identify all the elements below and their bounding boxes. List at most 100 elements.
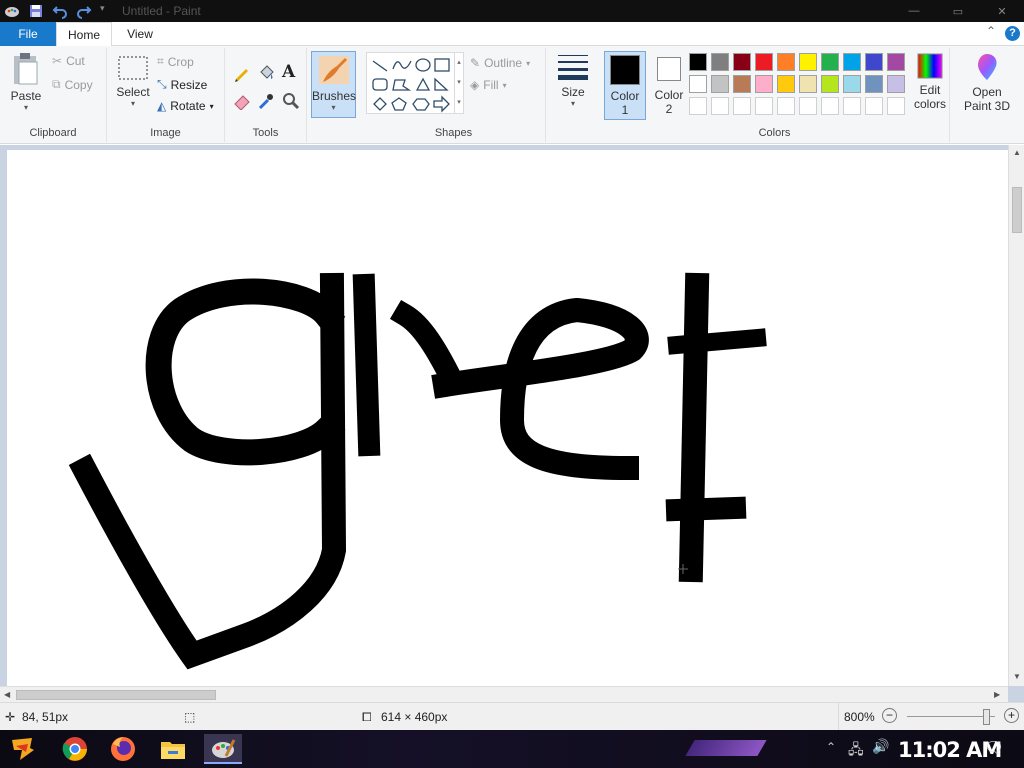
firefox-icon[interactable] <box>108 734 138 764</box>
shape-rounded-rectangle-icon[interactable] <box>372 78 388 91</box>
customize-toolbar-icon[interactable]: ▾ <box>100 3 108 19</box>
volume-icon[interactable]: 🔊 <box>872 738 889 755</box>
shape-triangle-icon[interactable] <box>415 77 431 91</box>
magnifier-icon[interactable] <box>282 92 300 113</box>
shape-pentagon-icon[interactable] <box>391 97 407 111</box>
palette-custom-swatch[interactable] <box>777 97 795 115</box>
palette-custom-swatch[interactable] <box>755 97 773 115</box>
palette-color-swatch[interactable] <box>865 75 883 93</box>
shape-line-icon[interactable] <box>372 60 388 72</box>
chrome-icon[interactable] <box>60 734 90 764</box>
horizontal-scrollbar[interactable]: ◀ ▶ <box>0 686 1008 702</box>
shape-oval-icon[interactable] <box>415 58 431 72</box>
help-icon[interactable]: ? <box>1005 26 1020 41</box>
palette-custom-swatch[interactable] <box>689 97 707 115</box>
copy-button[interactable]: ⧉ Copy <box>52 77 93 92</box>
scroll-up-icon[interactable]: ▲ <box>1013 148 1021 157</box>
start-icon[interactable] <box>8 734 38 764</box>
scroll-down-icon[interactable]: ▼ <box>1013 672 1021 681</box>
collapse-ribbon-icon[interactable]: ⌃ <box>986 24 996 38</box>
edit-colors-button[interactable]: Edit colors <box>910 52 950 122</box>
scroll-left-icon[interactable]: ◀ <box>4 690 10 699</box>
shape-rectangle-icon[interactable] <box>434 58 450 72</box>
palette-color-swatch[interactable] <box>755 75 773 93</box>
palette-color-swatch[interactable] <box>711 75 729 93</box>
zoom-slider-track[interactable] <box>907 716 995 717</box>
tab-file[interactable]: File <box>0 22 56 46</box>
shape-diamond-icon[interactable] <box>373 97 387 111</box>
resize-button[interactable]: ⤡ Resize <box>157 77 207 92</box>
pencil-icon[interactable] <box>233 64 251 85</box>
palette-color-swatch[interactable] <box>777 75 795 93</box>
save-icon[interactable] <box>28 3 44 19</box>
close-button[interactable]: ✕ <box>980 0 1024 22</box>
palette-color-swatch[interactable] <box>711 53 729 71</box>
color1-button[interactable]: Color 1 <box>604 51 646 120</box>
palette-color-swatch[interactable] <box>733 75 751 93</box>
size-button[interactable]: Size ▾ <box>551 52 595 118</box>
notifications-icon[interactable]: 🗨 <box>984 738 1004 758</box>
shape-polygon-icon[interactable] <box>392 79 412 91</box>
zoom-in-icon[interactable]: + <box>1004 708 1019 723</box>
paint-app-icon[interactable] <box>4 3 20 19</box>
eraser-icon[interactable] <box>233 92 251 113</box>
vertical-scrollbar[interactable]: ▲ ▼ <box>1008 145 1024 686</box>
paint-taskbar-button[interactable] <box>204 734 242 764</box>
palette-custom-swatch[interactable] <box>843 97 861 115</box>
maximize-button[interactable]: ▭ <box>936 0 980 22</box>
shape-arrow-icon[interactable] <box>433 95 450 113</box>
palette-color-swatch[interactable] <box>865 53 883 71</box>
shape-hexagon-icon[interactable] <box>412 98 430 111</box>
minimize-button[interactable]: — <box>892 0 936 22</box>
palette-color-swatch[interactable] <box>777 53 795 71</box>
palette-color-swatch[interactable] <box>887 75 905 93</box>
palette-color-swatch[interactable] <box>821 53 839 71</box>
color-picker-icon[interactable] <box>257 92 275 113</box>
drawing-canvas[interactable] <box>7 150 1008 686</box>
palette-color-swatch[interactable] <box>843 75 861 93</box>
tab-home[interactable]: Home <box>56 22 112 47</box>
palette-color-swatch[interactable] <box>821 75 839 93</box>
open-paint3d-button[interactable]: Open Paint 3D <box>958 52 1016 122</box>
tab-view[interactable]: View <box>114 22 166 46</box>
palette-color-swatch[interactable] <box>887 53 905 71</box>
color2-button[interactable]: Color 2 <box>648 51 690 120</box>
fill-button[interactable]: ◈ Fill ▾ <box>470 78 507 92</box>
palette-color-swatch[interactable] <box>755 53 773 71</box>
rotate-label: Rotate <box>170 99 206 113</box>
crop-button[interactable]: ⌗ Crop <box>157 54 194 69</box>
redo-icon[interactable] <box>76 3 92 19</box>
paste-button[interactable]: Paste ▾ <box>6 52 46 118</box>
zoom-out-icon[interactable]: − <box>882 708 897 723</box>
rotate-button[interactable]: ◭ Rotate ▾ <box>157 99 214 113</box>
horizontal-scroll-thumb[interactable] <box>16 690 216 700</box>
palette-custom-swatch[interactable] <box>821 97 839 115</box>
shape-curve-icon[interactable] <box>392 60 412 70</box>
palette-color-swatch[interactable] <box>689 75 707 93</box>
palette-color-swatch[interactable] <box>799 75 817 93</box>
select-button[interactable]: Select ▾ <box>113 54 153 120</box>
palette-color-swatch[interactable] <box>689 53 707 71</box>
vertical-scroll-thumb[interactable] <box>1012 187 1022 233</box>
outline-button[interactable]: ✎ Outline ▾ <box>470 56 530 70</box>
zoom-slider-thumb[interactable] <box>983 709 990 725</box>
palette-custom-swatch[interactable] <box>733 97 751 115</box>
file-explorer-icon[interactable] <box>158 734 188 764</box>
palette-custom-swatch[interactable] <box>711 97 729 115</box>
brushes-button[interactable]: Brushes ▾ <box>311 51 356 118</box>
network-icon[interactable]: 🖧 <box>848 739 864 763</box>
show-hidden-icons[interactable]: ⌃ <box>826 740 836 754</box>
shape-right-triangle-icon[interactable] <box>434 77 449 91</box>
shapes-scroll-buttons[interactable]: ▴ ▾ ▾ <box>454 53 463 113</box>
palette-custom-swatch[interactable] <box>887 97 905 115</box>
palette-custom-swatch[interactable] <box>865 97 883 115</box>
palette-color-swatch[interactable] <box>799 53 817 71</box>
fill-bucket-icon[interactable] <box>257 64 275 85</box>
scroll-right-icon[interactable]: ▶ <box>994 690 1000 699</box>
palette-color-swatch[interactable] <box>733 53 751 71</box>
palette-color-swatch[interactable] <box>843 53 861 71</box>
cut-button[interactable]: ✂ Cut <box>52 54 85 68</box>
palette-custom-swatch[interactable] <box>799 97 817 115</box>
text-tool-icon[interactable]: A <box>282 62 295 82</box>
undo-icon[interactable] <box>52 3 68 19</box>
